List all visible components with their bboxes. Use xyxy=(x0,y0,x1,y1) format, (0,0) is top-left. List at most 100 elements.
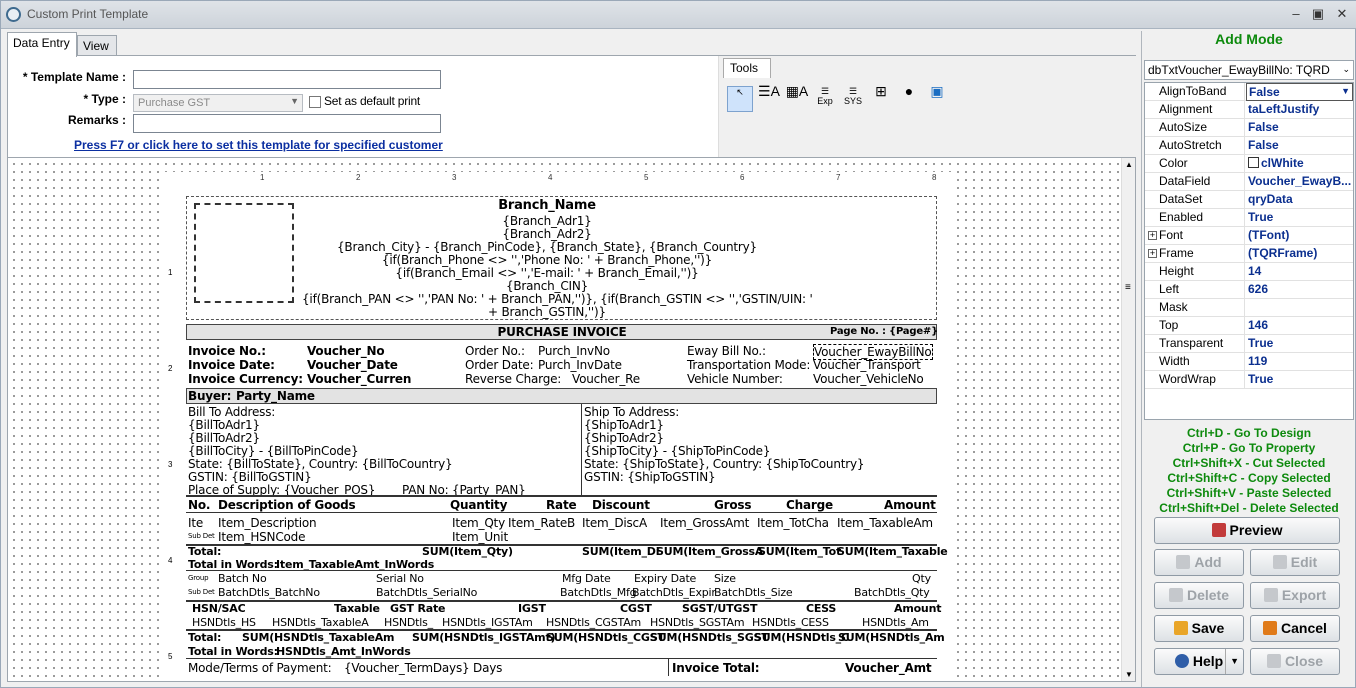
rich-text-tool-icon[interactable]: ⊞ xyxy=(868,84,894,112)
prop-row[interactable]: Alignment taLeftJustify xyxy=(1145,101,1353,119)
item-header[interactable]: Description of Goods xyxy=(218,498,356,512)
currency-label[interactable]: Invoice Currency: xyxy=(188,372,303,386)
batch-header[interactable]: Batch No xyxy=(218,572,267,585)
item-cell[interactable]: Item_TotCha xyxy=(757,516,829,530)
branch-gstin-line[interactable]: + Branch_GSTIN,'')} xyxy=(302,305,792,319)
total-disc[interactable]: SUM(Item_Di xyxy=(582,545,660,558)
tab-view[interactable]: View xyxy=(77,35,117,56)
bill-to-line[interactable]: State: {BillToState}, Country: {BillToCo… xyxy=(188,457,453,471)
hsn-header[interactable]: Amount xyxy=(894,602,941,615)
shape-tool-icon[interactable]: ● xyxy=(896,84,922,112)
item-cell[interactable]: Item_DiscA xyxy=(582,516,647,530)
hsn-header[interactable]: CESS xyxy=(806,602,836,615)
prop-value[interactable]: False xyxy=(1246,137,1353,155)
prop-value[interactable]: taLeftJustify xyxy=(1246,101,1353,119)
edit-button[interactable]: Edit xyxy=(1250,549,1340,576)
order-date[interactable]: Purch_InvDate xyxy=(538,358,622,372)
hsn-header[interactable]: CGST xyxy=(620,602,652,615)
prop-value[interactable]: 119 xyxy=(1246,353,1353,371)
item-cell[interactable]: Item_TaxableAm xyxy=(837,516,933,530)
bill-to-line[interactable]: GSTIN: {BillToGSTIN} xyxy=(188,470,312,484)
hsn-cell[interactable]: HSNDtls_SGSTAm xyxy=(650,616,745,629)
vehicle-label[interactable]: Vehicle Number: xyxy=(687,372,783,386)
invoice-date-label[interactable]: Invoice Date: xyxy=(188,358,275,372)
hsn-header[interactable]: GST Rate xyxy=(390,602,445,615)
prop-value[interactable]: False ▼ xyxy=(1246,83,1353,101)
terms-days[interactable]: {Voucher_TermDays} Days xyxy=(344,661,502,675)
save-button[interactable]: Save xyxy=(1154,615,1244,642)
pointer-tool-icon[interactable]: ↖ xyxy=(727,86,753,112)
order-no-label[interactable]: Order No.: xyxy=(465,344,525,358)
hsn-cell[interactable]: HSNDtls_TaxableA xyxy=(272,616,369,629)
total-label[interactable]: Total: xyxy=(188,545,221,558)
delete-button[interactable]: Delete xyxy=(1154,582,1244,609)
batch-cell[interactable]: BatchDtls_SerialNo xyxy=(376,586,477,599)
hsn-total[interactable]: SUM(HSNDtls_C xyxy=(754,631,849,644)
add-button[interactable]: Add xyxy=(1154,549,1244,576)
preview-button[interactable]: Preview xyxy=(1154,517,1340,544)
prop-row[interactable]: Enabled True xyxy=(1145,209,1353,227)
item-cell[interactable]: Item_Description xyxy=(218,516,317,530)
template-name-input[interactable] xyxy=(133,70,441,89)
hsn-cell[interactable]: HSNDtls_CGSTAm xyxy=(546,616,641,629)
item-cell[interactable]: Item_GrossAmt xyxy=(660,516,749,530)
component-select[interactable]: dbTxtVoucher_EwayBillNo: TQRD ⌄ xyxy=(1144,60,1354,80)
ship-to-line[interactable]: GSTIN: {ShipToGSTIN} xyxy=(584,470,716,484)
item-hsn[interactable]: Item_HSNCode xyxy=(218,530,305,544)
design-surface[interactable]: 1 2 3 4 5 6 7 8 1 2 3 4 5 Branch_Name {B… xyxy=(7,157,1136,682)
item-header[interactable]: No. xyxy=(188,498,210,512)
batch-cell[interactable]: BatchDtls_BatchNo xyxy=(218,586,320,599)
item-unit[interactable]: Item_Unit xyxy=(452,530,508,544)
scroll-down-icon[interactable]: ▼ xyxy=(1125,670,1133,679)
export-button[interactable]: Export xyxy=(1250,582,1340,609)
type-select[interactable]: Purchase GST ▼ xyxy=(133,94,303,112)
maximize-icon[interactable]: ▣ xyxy=(1307,5,1329,23)
hsn-total[interactable]: SUM(HSNDtls_IGSTAmt) xyxy=(412,631,556,644)
hsn-total[interactable]: SUM(HSNDtls_TaxableAm xyxy=(242,631,394,644)
chevron-down-icon[interactable]: ▼ xyxy=(1225,649,1239,674)
batch-cell[interactable]: BatchDtls_Qty xyxy=(854,586,930,599)
prop-value[interactable]: 146 xyxy=(1246,317,1353,335)
prop-row[interactable]: Transparent True xyxy=(1145,335,1353,353)
batch-cell[interactable]: BatchDtls_Size xyxy=(714,586,793,599)
bill-to-line[interactable]: {BillToCity} - {BillToPinCode} xyxy=(188,444,359,458)
prop-value[interactable]: (TQRFrame) xyxy=(1246,245,1353,263)
ship-to-line[interactable]: {ShipToAdr2} xyxy=(584,431,664,445)
buyer-label[interactable]: Buyer: xyxy=(188,389,231,403)
design-scrollbar[interactable]: ▲ ≡ ▼ xyxy=(1121,158,1135,681)
prop-row[interactable]: DataField Voucher_EwayB... xyxy=(1145,173,1353,191)
batch-header[interactable]: Size xyxy=(714,572,736,585)
total-taxable[interactable]: SUM(Item_Taxable xyxy=(837,545,948,558)
bill-to-line[interactable]: {BillToAdr2} xyxy=(188,431,260,445)
branch-addr1[interactable]: {Branch_Adr1} xyxy=(302,214,792,228)
prop-value[interactable]: 14 xyxy=(1246,263,1353,281)
hsn-total[interactable]: SUM(HSNDtls_SGST xyxy=(650,631,769,644)
item-header[interactable]: Discount xyxy=(592,498,650,512)
batch-cell[interactable]: BatchDtls_Expir xyxy=(632,586,716,599)
dbtext-tool-icon[interactable]: ▦A xyxy=(784,84,810,112)
buyer-name[interactable]: Party_Name xyxy=(236,389,315,403)
order-no[interactable]: Purch_InvNo xyxy=(538,344,610,358)
prop-row[interactable]: Left 626 xyxy=(1145,281,1353,299)
hsn-cell[interactable]: HSNDtls_ xyxy=(384,616,433,629)
hsn-header[interactable]: HSN/SAC xyxy=(192,602,246,615)
hsn-header[interactable]: Taxable xyxy=(334,602,380,615)
prop-row[interactable]: Color clWhite xyxy=(1145,155,1353,173)
ship-to-line[interactable]: Ship To Address: xyxy=(584,405,679,419)
reverse-label[interactable]: Reverse Charge: xyxy=(465,372,561,386)
hsn-total[interactable]: SUM(HSNDtls_Am xyxy=(838,631,945,644)
prop-row[interactable]: AutoSize False xyxy=(1145,119,1353,137)
total-gross[interactable]: SUM(Item_GrossA xyxy=(656,545,763,558)
batch-header[interactable]: Serial No xyxy=(376,572,424,585)
expression-tool-icon[interactable]: ☰ Exp xyxy=(812,86,838,112)
order-date-label[interactable]: Order Date: xyxy=(465,358,534,372)
remarks-input[interactable] xyxy=(133,114,441,133)
item-header[interactable]: Gross xyxy=(714,498,752,512)
prop-value[interactable]: clWhite xyxy=(1246,155,1353,173)
hsn-cell[interactable]: HSNDtls_Am xyxy=(862,616,929,629)
ship-to-line[interactable]: {ShipToCity} - {ShipToPinCode} xyxy=(584,444,770,458)
invoice-total[interactable]: Voucher_Amt xyxy=(845,661,932,675)
prop-value[interactable]: Voucher_EwayB... xyxy=(1246,173,1353,191)
branch-name[interactable]: Branch_Name xyxy=(302,198,792,213)
tab-data-entry[interactable]: Data Entry xyxy=(7,32,77,57)
